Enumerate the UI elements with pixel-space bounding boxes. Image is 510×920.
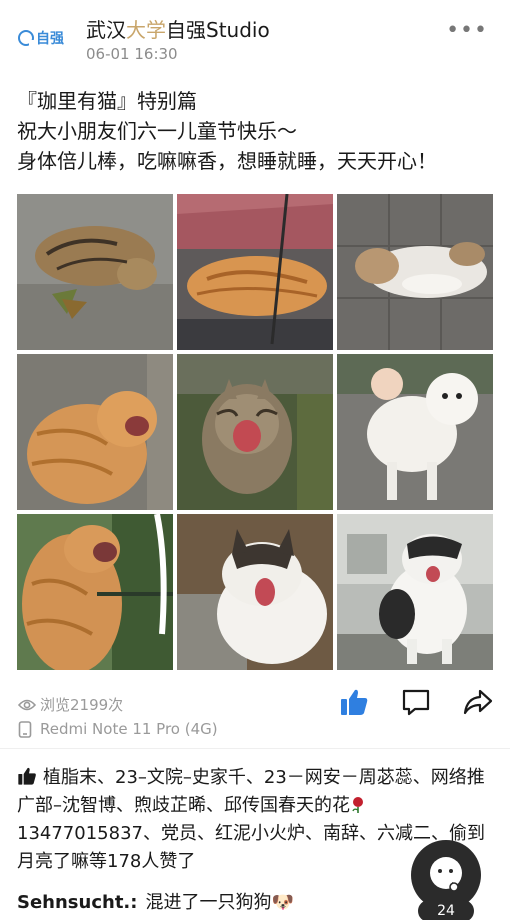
logo-ring-icon <box>18 30 35 46</box>
floating-badge: 24 <box>418 900 474 920</box>
comment-button[interactable] <box>400 686 432 718</box>
username[interactable]: 武汉大学自强Studio <box>86 14 270 43</box>
device-info: Redmi Note 11 Pro (4G) <box>18 720 218 738</box>
share-button[interactable] <box>462 686 494 718</box>
rose-icon <box>352 797 363 813</box>
thumbs-up-icon <box>18 767 36 785</box>
photo-2[interactable] <box>177 194 333 350</box>
username-part1: 武汉 <box>86 18 126 42</box>
post-text-line: 『珈里有猫』特别篇 <box>17 89 197 113</box>
post-text: 『珈里有猫』特别篇 祝大小朋友们六一儿童节快乐～ 身体倍儿棒，吃嘛嘛香，想睡就睡… <box>17 86 497 176</box>
photo-6[interactable] <box>337 354 493 510</box>
post-timestamp: 06-01 16:30 <box>86 45 178 63</box>
photo-5[interactable] <box>177 354 333 510</box>
phone-icon <box>18 720 32 738</box>
thumbs-up-icon <box>341 689 368 715</box>
avatar[interactable]: 自强 <box>18 24 70 52</box>
device-text: Redmi Note 11 Pro (4G) <box>40 720 218 738</box>
comment-text: 混进了一只狗狗🐶 <box>145 892 294 913</box>
more-icon[interactable]: ••• <box>446 18 488 43</box>
photo-3[interactable] <box>337 194 493 350</box>
photo-9[interactable] <box>337 514 493 670</box>
post-text-line: 祝大小朋友们六一儿童节快乐～ <box>17 119 297 143</box>
share-icon <box>463 689 493 715</box>
likes-text-part1: 植脂末、23–文院–史家千、23－网安－周苾蕊、网络推广部–沈智博、煦歧芷晞、邱… <box>17 767 485 816</box>
username-part2: 大学 <box>126 18 166 42</box>
comment-icon <box>402 689 430 716</box>
action-bar <box>308 686 494 718</box>
view-count-text: 浏览2199次 <box>40 696 124 714</box>
view-count: 浏览2199次 <box>18 694 123 715</box>
post-text-line: 身体倍儿棒，吃嘛嘛香，想睡就睡，天天开心！ <box>17 149 437 173</box>
divider <box>0 748 510 749</box>
avatar-logo-text: 自强 <box>36 31 64 47</box>
photo-8[interactable] <box>177 514 333 670</box>
post-header: 自强 武汉大学自强Studio 06-01 16:30 ••• <box>0 0 510 80</box>
username-part3: 自强Studio <box>166 18 270 42</box>
image-grid <box>17 194 494 671</box>
ghost-mascot-icon <box>430 857 462 892</box>
photo-4[interactable] <box>17 354 173 510</box>
comment-author[interactable]: Sehnsucht.: <box>17 892 137 913</box>
photo-7[interactable] <box>17 514 173 670</box>
like-button[interactable] <box>338 686 370 718</box>
eye-icon <box>18 699 36 710</box>
comment-row[interactable]: Sehnsucht.: 混进了一只狗狗🐶 <box>17 888 294 914</box>
photo-1[interactable] <box>17 194 173 350</box>
